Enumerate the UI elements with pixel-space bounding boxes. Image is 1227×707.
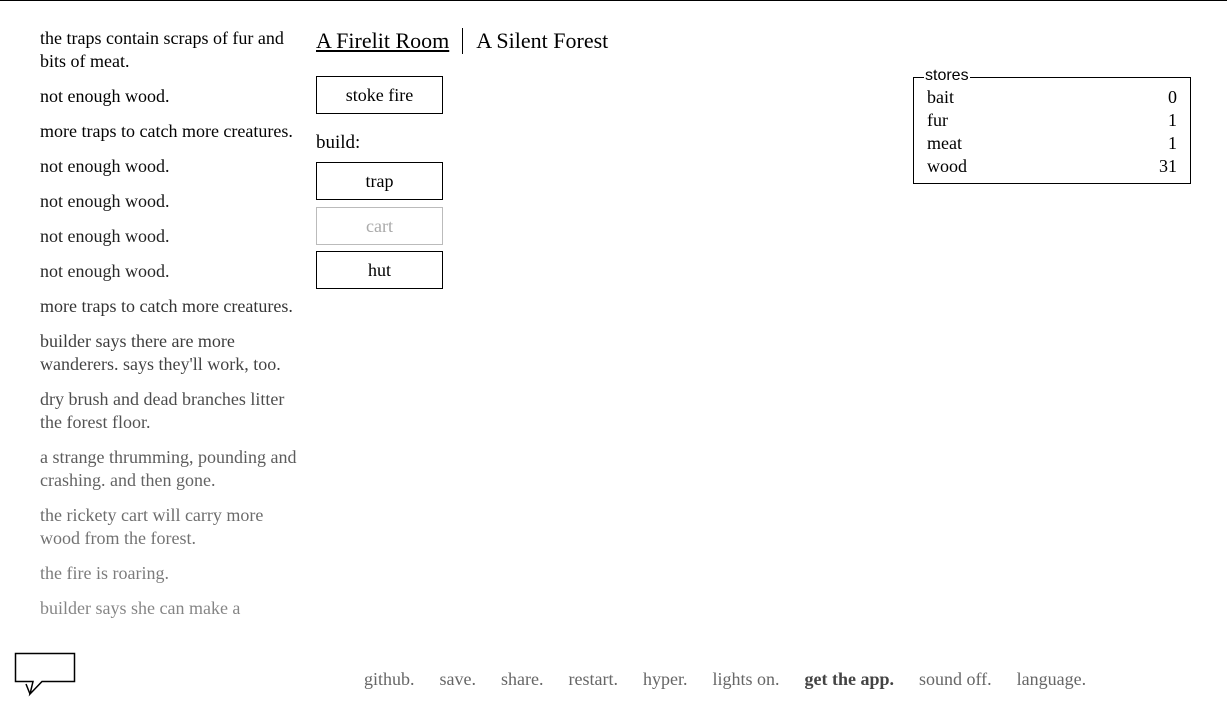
stores-legend: stores — [924, 67, 970, 85]
store-row-wood: wood 31 — [927, 155, 1177, 178]
store-row-bait: bait 0 — [927, 86, 1177, 109]
tab-silent-forest[interactable]: A Silent Forest — [476, 28, 608, 54]
notification-item: more traps to catch more creatures. — [40, 296, 293, 316]
notification-item: not enough wood. — [40, 261, 170, 281]
lights-on-link[interactable]: lights on. — [712, 669, 779, 690]
location-header: A Firelit Room A Silent Forest — [316, 27, 608, 55]
store-value: 31 — [1159, 156, 1177, 176]
notification-item: builder says she can make a — [40, 598, 241, 618]
notification-item: a strange thrumming, pounding and crashi… — [40, 447, 297, 490]
notification-item: dry brush and dead branches litter the f… — [40, 389, 285, 432]
notification-item: not enough wood. — [40, 226, 170, 246]
notifications-panel: the traps contain scraps of fur and bits… — [40, 27, 300, 707]
build-label: build: — [316, 132, 361, 153]
stoke-fire-button[interactable]: stoke fire — [316, 76, 443, 114]
store-row-meat: meat 1 — [927, 132, 1177, 155]
tab-firelit-room[interactable]: A Firelit Room — [316, 28, 449, 54]
notification-item: not enough wood. — [40, 191, 170, 211]
store-row-fur: fur 1 — [927, 109, 1177, 132]
get-app-link[interactable]: get the app. — [804, 669, 894, 690]
footer-menu: github. save. share. restart. hyper. lig… — [364, 669, 1111, 690]
notification-item: more traps to catch more creatures. — [40, 121, 293, 141]
notification-item: not enough wood. — [40, 156, 170, 176]
build-hut-button[interactable]: hut — [316, 251, 443, 289]
build-cart-button[interactable]: cart — [316, 207, 443, 245]
store-name: wood — [927, 156, 967, 176]
store-value: 1 — [1168, 110, 1177, 130]
store-value: 0 — [1168, 87, 1177, 107]
store-name: fur — [927, 110, 948, 130]
notification-item: the fire is roaring. — [40, 563, 169, 583]
notification-item: the rickety cart will carry more wood fr… — [40, 505, 264, 548]
store-name: bait — [927, 87, 954, 107]
store-value: 1 — [1168, 133, 1177, 153]
save-link[interactable]: save. — [440, 669, 476, 690]
restart-link[interactable]: restart. — [568, 669, 617, 690]
build-trap-button[interactable]: trap — [316, 162, 443, 200]
store-name: meat — [927, 133, 962, 153]
notification-item: the traps contain scraps of fur and bits… — [40, 28, 284, 71]
github-link[interactable]: github. — [364, 669, 415, 690]
stores-panel: stores bait 0 fur 1 meat 1 wood 31 — [913, 67, 1191, 184]
notification-item: not enough wood. — [40, 86, 170, 106]
hyper-link[interactable]: hyper. — [643, 669, 688, 690]
chat-bubble-icon[interactable] — [14, 652, 78, 698]
language-link[interactable]: language. — [1017, 669, 1086, 690]
header-divider — [462, 28, 464, 54]
sound-toggle-link[interactable]: sound off. — [919, 669, 992, 690]
share-link[interactable]: share. — [501, 669, 543, 690]
notification-item: builder says there are more wanderers. s… — [40, 331, 281, 374]
